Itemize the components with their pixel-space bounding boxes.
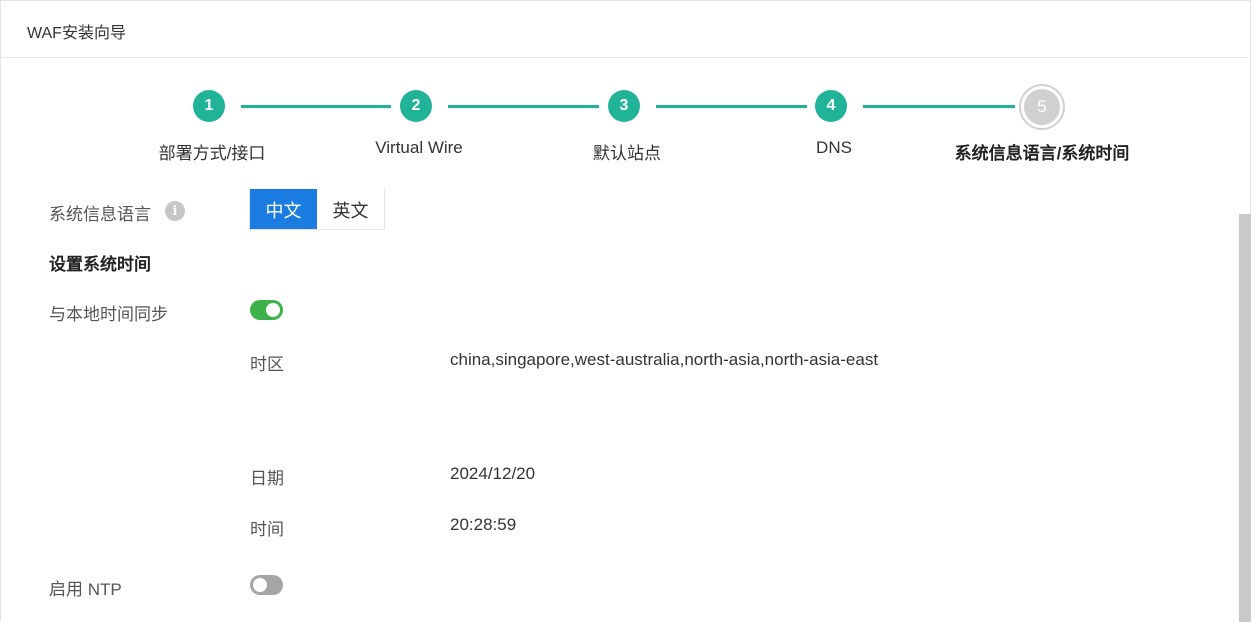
wizard-title: WAF安装向导 bbox=[27, 25, 126, 42]
step-3-circle[interactable]: 3 bbox=[608, 90, 640, 122]
step-1-circle[interactable]: 1 bbox=[193, 90, 225, 122]
step-connector bbox=[448, 105, 599, 108]
info-icon[interactable]: i bbox=[165, 201, 185, 221]
ntp-label: 启用 NTP bbox=[49, 580, 122, 599]
date-value: 2024/12/20 bbox=[450, 464, 536, 483]
date-label: 日期 bbox=[250, 469, 284, 488]
ntp-toggle[interactable] bbox=[250, 575, 283, 595]
timezone-value: china,singapore,west-australia,north-asi… bbox=[450, 350, 879, 369]
time-section-heading: 设置系统时间 bbox=[49, 255, 151, 274]
language-selector: 中文 英文 bbox=[249, 189, 385, 230]
sync-local-time-toggle[interactable] bbox=[250, 300, 283, 320]
step-connector bbox=[241, 105, 391, 108]
step-4-circle[interactable]: 4 bbox=[815, 90, 847, 122]
timezone-label: 时区 bbox=[250, 355, 284, 374]
step-3-label: 默认站点 bbox=[593, 144, 661, 163]
step-1-label: 部署方式/接口 bbox=[158, 144, 266, 163]
vertical-scrollbar[interactable] bbox=[1239, 214, 1251, 622]
language-option-chinese[interactable]: 中文 bbox=[250, 189, 317, 229]
toggle-knob bbox=[266, 303, 280, 317]
step-5-label: 系统信息语言/系统时间 bbox=[954, 144, 1130, 163]
time-label: 时间 bbox=[250, 520, 284, 539]
step-connector bbox=[656, 105, 807, 108]
step-5-circle[interactable]: 5 bbox=[1021, 86, 1063, 128]
language-option-english[interactable]: 英文 bbox=[317, 189, 384, 229]
step-connector bbox=[863, 105, 1015, 108]
wizard-panel: WAF安装向导 1 2 3 4 5 部署方式/接口 Virtual Wire 默… bbox=[0, 0, 1251, 622]
step-2-label: Virtual Wire bbox=[375, 138, 463, 157]
toggle-knob bbox=[253, 578, 267, 592]
sync-local-time-label: 与本地时间同步 bbox=[49, 305, 168, 324]
step-4-label: DNS bbox=[816, 138, 852, 157]
step-2-circle[interactable]: 2 bbox=[400, 90, 432, 122]
language-label: 系统信息语言 bbox=[49, 205, 151, 224]
wizard-header: WAF安装向导 bbox=[1, 1, 1251, 58]
time-value: 20:28:59 bbox=[450, 515, 517, 534]
